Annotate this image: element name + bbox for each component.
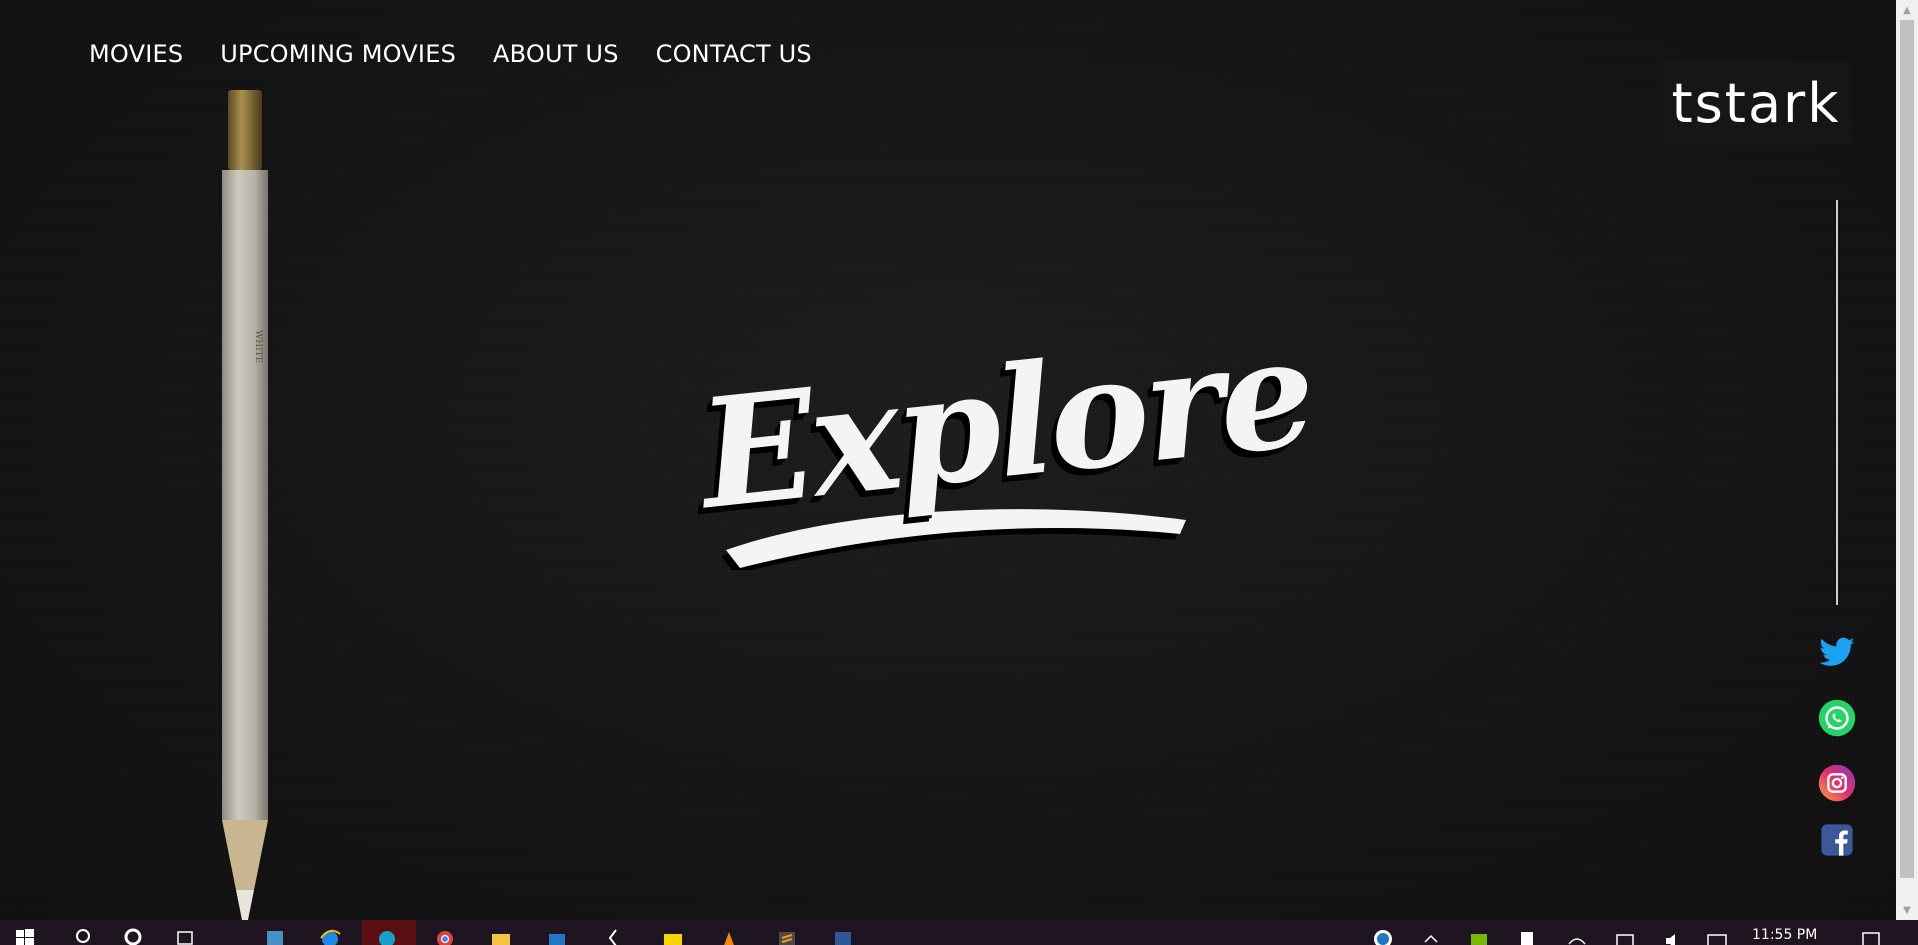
scrollbar-thumb[interactable]: [1900, 20, 1914, 878]
site-logo[interactable]: tstark: [1662, 62, 1850, 144]
vertical-divider: [1836, 200, 1838, 605]
instagram-icon: [1818, 764, 1856, 802]
nvidia-icon[interactable]: [1468, 926, 1490, 945]
internet-explorer-icon[interactable]: [319, 926, 341, 945]
word-icon[interactable]: [832, 926, 854, 945]
shield-icon[interactable]: [1516, 926, 1538, 945]
vertical-scrollbar[interactable]: ▲ ▼: [1896, 0, 1918, 920]
chevron-up-icon[interactable]: [1420, 926, 1442, 945]
search-icon[interactable]: [72, 926, 94, 945]
vs-code-icon[interactable]: [602, 926, 624, 945]
page: MOVIES UPCOMING MOVIES ABOUT US CONTACT …: [0, 0, 1896, 920]
wifi-icon[interactable]: [1566, 926, 1588, 945]
volume-icon[interactable]: [1662, 926, 1684, 945]
cortana-icon[interactable]: [122, 926, 144, 945]
sticky-notes-icon[interactable]: [662, 926, 684, 945]
facebook-link[interactable]: [1817, 820, 1857, 860]
edge-icon[interactable]: [376, 926, 398, 945]
pencil-imprint: WHITE: [253, 330, 263, 363]
facebook-icon: [1821, 824, 1853, 856]
whatsapp-icon: [1818, 699, 1856, 737]
vlc-icon[interactable]: [718, 926, 740, 945]
main-nav: MOVIES UPCOMING MOVIES ABOUT US CONTACT …: [89, 40, 812, 68]
battery-icon[interactable]: [1614, 926, 1636, 945]
sublime-text-icon[interactable]: [776, 926, 798, 945]
nav-movies[interactable]: MOVIES: [89, 40, 183, 68]
pencil-image: WHITE: [222, 90, 268, 920]
windows-taskbar: 11:55 PM: [0, 920, 1918, 945]
app-icon[interactable]: [264, 926, 286, 945]
twitter-link[interactable]: [1817, 633, 1857, 673]
notifications-icon[interactable]: [1860, 926, 1882, 945]
windows-start-icon[interactable]: [14, 926, 36, 945]
hero-explore: Explore: [692, 304, 1319, 570]
logo-text: tstark: [1671, 71, 1841, 135]
help-icon[interactable]: [1372, 926, 1394, 945]
twitter-icon: [1819, 637, 1855, 666]
chrome-icon[interactable]: [434, 926, 456, 945]
whatsapp-link[interactable]: [1817, 698, 1857, 738]
nav-about-us[interactable]: ABOUT US: [493, 40, 619, 68]
mail-icon[interactable]: [546, 926, 568, 945]
nav-contact-us[interactable]: CONTACT US: [656, 40, 812, 68]
file-explorer-icon[interactable]: [490, 926, 512, 945]
nav-upcoming-movies[interactable]: UPCOMING MOVIES: [220, 40, 456, 68]
task-view-icon[interactable]: [174, 926, 196, 945]
taskbar-clock[interactable]: 11:55 PM: [1752, 927, 1817, 943]
scroll-down-arrow-icon[interactable]: ▼: [1896, 900, 1918, 920]
keyboard-icon[interactable]: [1706, 926, 1728, 945]
instagram-link[interactable]: [1817, 763, 1857, 803]
scroll-up-arrow-icon[interactable]: ▲: [1896, 0, 1918, 20]
